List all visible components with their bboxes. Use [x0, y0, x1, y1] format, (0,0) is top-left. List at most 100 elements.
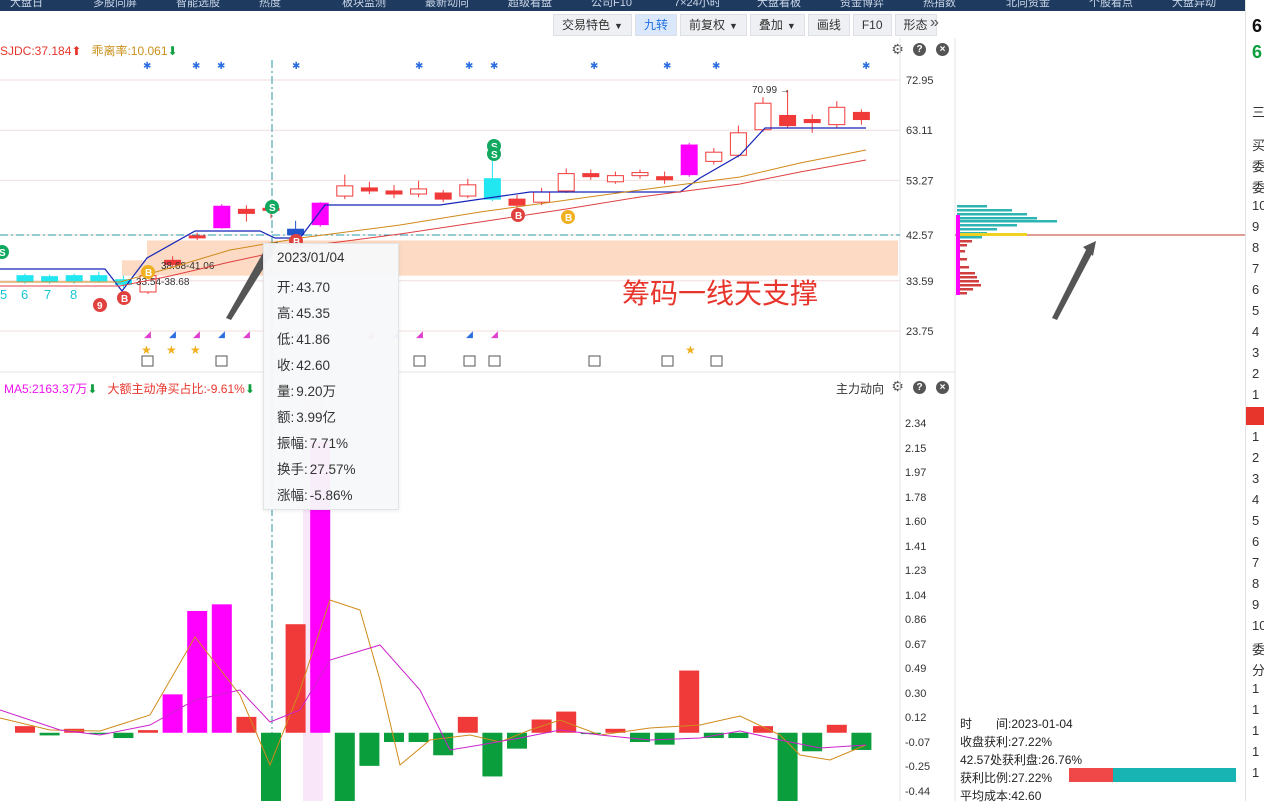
- price-axis-label: 33.59: [906, 276, 934, 288]
- candle-body: [582, 173, 600, 178]
- order-book-label: 委: [1252, 159, 1264, 174]
- tooltip-row: 量: 9.20万: [277, 380, 336, 400]
- news-icon: [488, 355, 501, 367]
- tooltip-row: 振幅: 7.71%: [277, 432, 348, 452]
- flag-icon: ◢: [243, 329, 250, 339]
- chip-distribution-bar: [957, 217, 1037, 220]
- chip-distribution-bar: [957, 209, 1012, 212]
- chip-peak-bar: [956, 215, 960, 295]
- profit-ratio-bar: [1069, 768, 1113, 782]
- tooltip-row: 换手: 27.57%: [277, 458, 356, 478]
- candle-body: [508, 198, 526, 206]
- tooltip-value: 41.86: [296, 332, 331, 347]
- tooltip-key: 低:: [277, 332, 295, 347]
- volume-bar: [236, 716, 257, 733]
- chip-time: 时 间:2023-01-04: [960, 717, 1073, 731]
- volume-axis-label: 0.86: [905, 614, 926, 626]
- star-icon: ★: [190, 343, 201, 357]
- asterisk-icon: ✱: [490, 61, 498, 72]
- order-book-label: 5: [1252, 513, 1260, 528]
- chip-price-profit: 42.57处获利盘:26.76%: [960, 753, 1083, 767]
- nine-turn-digit: 7: [44, 287, 51, 302]
- candle-body: [754, 102, 772, 131]
- volume-axis-label: -0.44: [905, 786, 930, 798]
- candle-body: [360, 187, 378, 192]
- flag-icon: ◢: [144, 329, 151, 339]
- chip-distribution-bar: [957, 220, 1057, 223]
- tooltip-value: 45.35: [296, 306, 331, 321]
- volume-axis-label: 1.23: [905, 565, 926, 577]
- badge-label: B: [121, 294, 128, 305]
- tooltip-value: 3.99亿: [296, 410, 337, 425]
- tooltip-key: 换手:: [277, 462, 308, 477]
- order-book-label: 7: [1252, 261, 1260, 276]
- candle-body: [311, 202, 329, 226]
- news-icon: [141, 355, 154, 367]
- chip-distribution-bar: [957, 236, 982, 239]
- news-icon: [463, 355, 476, 367]
- candle-body: [65, 275, 83, 282]
- volume-axis-label: 1.60: [905, 516, 926, 528]
- volume-bar: [138, 730, 158, 733]
- tooltip-key: 收:: [277, 358, 295, 373]
- tooltip-value: -5.86%: [309, 488, 353, 503]
- order-book-label: 9: [1252, 219, 1260, 234]
- order-book-label: 2: [1252, 450, 1260, 465]
- volume-bar: [39, 732, 60, 736]
- tooltip-row: 收: 42.60: [277, 354, 330, 374]
- volume-axis-label: 2.15: [905, 443, 926, 455]
- loss-ratio-bar: [1113, 768, 1236, 782]
- volume-bar: [457, 716, 478, 733]
- annotation-arrow: [1052, 246, 1094, 320]
- flag-icon: ◢: [169, 329, 176, 339]
- tooltip-value: 43.70: [296, 280, 331, 295]
- tooltip-key: 开:: [277, 280, 295, 295]
- volume-axis-label: 1.78: [905, 492, 926, 504]
- news-icon: [588, 355, 601, 367]
- order-book-label: 1: [1252, 744, 1260, 759]
- candle-body: [434, 192, 452, 200]
- flag-icon: ◢: [416, 329, 423, 339]
- asterisk-icon: ✱: [590, 61, 598, 72]
- order-book-label: 4: [1252, 492, 1260, 507]
- order-book-label: 3: [1252, 471, 1260, 486]
- price-axis-label: 63.11: [906, 125, 933, 137]
- candle-body: [680, 144, 698, 176]
- annotation-text: 筹码一线天支撑: [622, 278, 819, 309]
- order-book-label: 三: [1252, 105, 1264, 120]
- asterisk-icon: ✱: [143, 61, 151, 72]
- badge-label: 9: [97, 301, 103, 312]
- flag-icon: ◢: [193, 329, 200, 339]
- volume-axis-label: 1.41: [905, 541, 926, 553]
- tooltip-key: 振幅:: [277, 436, 308, 451]
- order-book-label: 1: [1252, 681, 1260, 696]
- order-book-label: 买: [1252, 138, 1264, 153]
- tooltip-row: 2023/01/04: [277, 250, 345, 265]
- tooltip-value: 7.71%: [309, 436, 349, 451]
- badge-label: B: [145, 268, 152, 279]
- candle-body: [705, 151, 723, 162]
- order-book-label: 1: [1252, 387, 1260, 402]
- asterisk-icon: ✱: [862, 61, 870, 72]
- order-book-label: 1: [1252, 723, 1260, 738]
- order-book-label: 4: [1252, 324, 1260, 339]
- candle-tooltip: 2023/01/04 开: 43.70 高: 45.35 低: 41.86 收: 42.60 量:…: [263, 243, 399, 510]
- tooltip-key: 量:: [277, 384, 295, 399]
- flag-icon: ◢: [466, 329, 473, 339]
- candle-body: [237, 208, 255, 214]
- tooltip-row: 低: 41.86: [277, 328, 330, 348]
- order-book-label: 6: [1252, 16, 1263, 36]
- order-book-label: [1246, 407, 1264, 425]
- candle-body: [410, 188, 428, 195]
- candle-body: [828, 106, 846, 126]
- order-book-label: 6: [1252, 42, 1263, 62]
- kline-chart[interactable]: 72.9563.1153.2742.5733.5923.7570.99 →38.…: [0, 0, 1245, 801]
- nine-turn-digit: 6: [21, 287, 28, 302]
- news-icon: [413, 355, 426, 367]
- tooltip-row: 开: 43.70: [277, 276, 330, 296]
- order-book-label: 5: [1252, 303, 1260, 318]
- order-book-label: 8: [1252, 240, 1260, 255]
- tooltip-key: 额:: [277, 410, 295, 425]
- candle-body: [606, 175, 624, 183]
- volume-axis-label: 1.97: [905, 467, 926, 479]
